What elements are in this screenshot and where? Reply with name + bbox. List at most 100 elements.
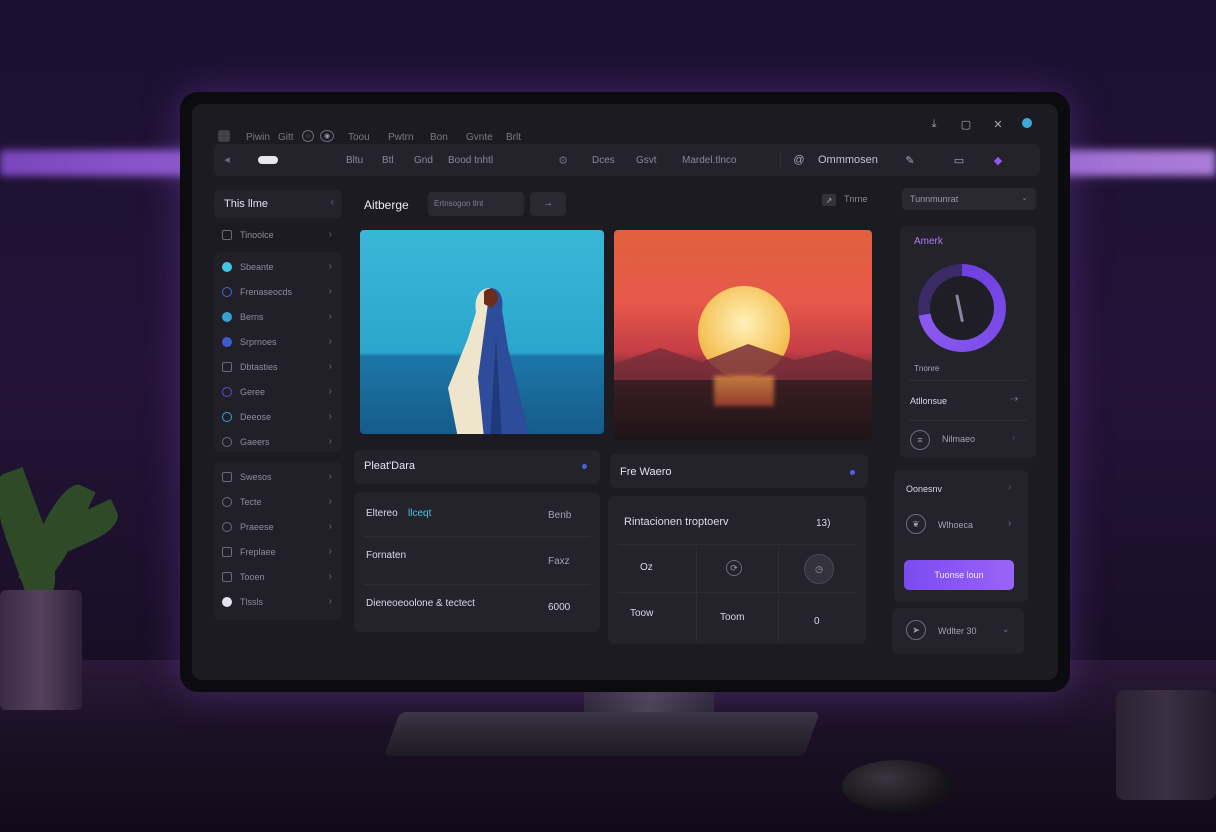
sidebar-item[interactable]: Tlssls › xyxy=(214,591,342,615)
sidebar-item[interactable]: Tinoolce › xyxy=(214,224,342,248)
chevron-right-icon: › xyxy=(328,386,332,397)
sidebar-item[interactable]: Berns › xyxy=(214,306,342,330)
card-count: 13) xyxy=(816,518,831,529)
nav-item[interactable]: Mardel.tlnco xyxy=(682,155,736,166)
timer-icon[interactable]: ◷ xyxy=(804,554,834,584)
sidebar-item[interactable]: Tecte › xyxy=(214,491,342,515)
sidebar-header[interactable]: This llme ‹ xyxy=(214,190,342,218)
nav-item[interactable]: Bood tnhtl xyxy=(448,155,493,166)
sidebar-item[interactable]: Sbeante › xyxy=(214,256,342,280)
chevron-right-icon: › xyxy=(1008,518,1012,529)
chevron-right-icon: › xyxy=(328,229,332,240)
grid-cell: 0 xyxy=(814,616,820,627)
globe-icon xyxy=(222,337,232,347)
chevron-right-icon: › xyxy=(328,596,332,607)
col-divider xyxy=(696,546,697,642)
gauge-ring xyxy=(918,264,1006,352)
col-divider xyxy=(778,546,779,642)
gamepad-icon[interactable]: ◆ xyxy=(990,152,1006,168)
send-icon: ➤ xyxy=(906,620,926,640)
sidebar-item[interactable]: Gaeers › xyxy=(214,431,342,455)
sidebar-item[interactable]: Praeese › xyxy=(214,516,342,540)
sidebar-item-label: Praeese xyxy=(240,522,274,532)
menu-item[interactable]: Pwtrn xyxy=(388,132,414,143)
gear-icon xyxy=(222,412,232,422)
nav-item[interactable]: Dces xyxy=(592,155,615,166)
sidebar-item-label: Geree xyxy=(240,387,266,397)
nav-item[interactable]: Gnd xyxy=(414,155,433,166)
screen: Piwin Gitt ○ ◉ Toou Pwtrn Bon Gvnte Brlt… xyxy=(192,104,1058,680)
share-label[interactable]: Tnrne xyxy=(844,194,868,204)
card-header-right[interactable]: Fre Waero xyxy=(610,454,868,488)
sidebar-item[interactable]: Frenaseocds › xyxy=(214,281,342,305)
circle-icon[interactable]: ○ xyxy=(302,130,314,142)
sidebar-item-label: Gaeers xyxy=(240,437,270,447)
network-icon[interactable]: ✕ xyxy=(990,116,1006,132)
nav-item[interactable]: Gsvt xyxy=(636,155,657,166)
shield-icon xyxy=(222,387,232,397)
sidebar-item-label: Berns xyxy=(240,312,264,322)
tag-icon xyxy=(222,497,232,507)
chevron-right-icon: › xyxy=(328,571,332,582)
active-dot-icon xyxy=(222,262,232,272)
menu-item[interactable]: Toou xyxy=(348,132,370,143)
menu-item[interactable]: Piwin xyxy=(246,132,270,143)
sidebar-item[interactable]: Freplaee › xyxy=(214,541,342,565)
status-dot-icon xyxy=(1022,118,1032,128)
image-sea-figure[interactable] xyxy=(360,230,604,434)
footer-card[interactable]: ➤ Wdlter 30 ⌄ xyxy=(892,608,1024,654)
indicator-dot-icon xyxy=(850,470,855,475)
menu-item[interactable]: Bon xyxy=(430,132,448,143)
filter-go-button[interactable]: → xyxy=(530,192,566,216)
nav-item[interactable]: Btl xyxy=(382,155,394,166)
sidebar-item-label: Tooen xyxy=(240,572,265,582)
menu-item[interactable]: Gvnte xyxy=(466,132,493,143)
row-value: Faxz xyxy=(548,556,570,567)
sidebar-item[interactable]: Srprnoes › xyxy=(214,331,342,355)
grid-cell: Toow xyxy=(630,608,654,619)
card-header-left[interactable]: Pleat'Dara xyxy=(354,450,600,484)
chevron-left-icon: ‹ xyxy=(330,197,334,208)
chevron-right-icon: › xyxy=(328,496,332,507)
row-divider xyxy=(908,380,1028,381)
chevron-right-icon: › xyxy=(328,286,332,297)
primary-action-button[interactable]: Tuonse loun xyxy=(904,560,1014,590)
back-arrow-icon[interactable]: ◂ xyxy=(220,152,234,166)
cloaked-figure-illustration xyxy=(448,288,530,434)
folder-icon xyxy=(222,472,232,482)
gauge-needle xyxy=(955,294,964,323)
share-icon[interactable]: ↗ xyxy=(822,194,836,206)
sidebar-item-label: Tlssls xyxy=(240,597,263,607)
eye-icon[interactable]: ◉ xyxy=(320,130,334,142)
image-sunset[interactable] xyxy=(614,230,872,440)
sidebar-item[interactable]: Dbtasties › xyxy=(214,356,342,380)
monitor-stand-base xyxy=(383,712,821,756)
edit-icon[interactable]: ✎ xyxy=(902,153,918,167)
action-row-label[interactable]: Wlhoeca xyxy=(938,520,973,530)
menu-item[interactable]: Gitt xyxy=(278,132,294,143)
window-icon[interactable]: ▭ xyxy=(952,153,966,167)
menu-item[interactable]: Brlt xyxy=(506,132,521,143)
box-icon[interactable]: ▢ xyxy=(958,116,974,132)
sidebar-item[interactable]: Geree › xyxy=(214,381,342,405)
sidebar-item[interactable]: Swesos › xyxy=(214,466,342,490)
sidebar-header-label: This llme xyxy=(224,198,269,210)
card-title: Fre Waero xyxy=(620,466,672,478)
sidebar-item-label: Frenaseocds xyxy=(240,287,293,297)
cloud-icon xyxy=(222,312,232,322)
sidebar-item[interactable]: Tooen › xyxy=(214,566,342,590)
nav-item[interactable]: Bltu xyxy=(346,155,363,166)
panel-row-label[interactable]: Nilmaeo xyxy=(942,434,975,444)
panel-row-label[interactable]: Atllonsue xyxy=(910,396,947,406)
panel-select[interactable]: Tunnmunrat ⌄ xyxy=(902,188,1036,210)
refresh-icon[interactable]: ⟳ xyxy=(726,560,742,576)
grid-icon xyxy=(222,547,232,557)
chevron-right-icon: › xyxy=(328,311,332,322)
download-icon[interactable]: ⤓ xyxy=(926,116,942,132)
search-label[interactable]: Ommmosen xyxy=(818,154,878,166)
sidebar-item[interactable]: Deeose › xyxy=(214,406,342,430)
settings-icon[interactable]: ⚙ xyxy=(556,153,570,167)
toggle-pill[interactable] xyxy=(258,156,278,164)
filter-input[interactable]: Ertnsogon tlnt xyxy=(428,192,524,216)
chevron-right-icon: › xyxy=(328,471,332,482)
